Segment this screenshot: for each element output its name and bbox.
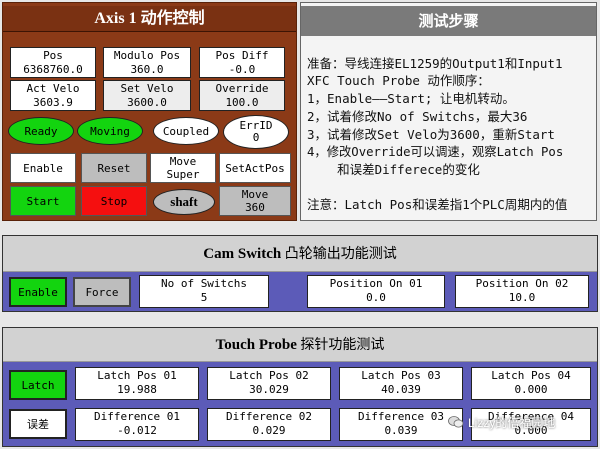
difference-03-field: Difference 03 0.039: [339, 408, 463, 441]
difference-02-label: Difference 02: [225, 410, 313, 423]
touch-probe-bar: Latch 误差 Latch Pos 01 19.988 Latch Pos 0…: [3, 362, 597, 446]
step-line-order: XFC Touch Probe 动作顺序：: [307, 73, 490, 88]
position-on-02-label: Position On 02: [475, 277, 569, 290]
difference-03-label: Difference 03: [357, 410, 445, 423]
pos-diff-value: -0.0: [228, 63, 256, 76]
difference-02-value: 0.029: [252, 424, 286, 437]
ready-indicator: Ready: [8, 117, 74, 145]
start-button[interactable]: Start: [10, 186, 76, 216]
enable-button[interactable]: Enable: [10, 153, 76, 183]
difference-02-field: Difference 02 0.029: [207, 408, 331, 441]
pos-field: Pos 6368760.0: [10, 47, 96, 78]
position-on-02-field[interactable]: Position On 02 10.0: [455, 275, 589, 308]
no-of-switchs-value: 5: [200, 291, 208, 304]
touch-probe-title: Touch Probe 探针功能测试: [3, 328, 597, 362]
move-360-label-1: Move: [241, 188, 269, 201]
latch-pos-03-value: 40.039: [381, 383, 421, 396]
modulo-pos-label: Modulo Pos: [113, 49, 181, 62]
difference-01-label: Difference 01: [93, 410, 181, 423]
position-on-02-value: 10.0: [508, 291, 536, 304]
cam-enable-button[interactable]: Enable: [9, 277, 67, 307]
steps-title: 测试步骤: [301, 6, 596, 36]
position-on-01-value: 0.0: [366, 291, 386, 304]
latch-pos-04-label: Latch Pos 04: [491, 369, 571, 382]
cam-switch-panel: Cam Switch 凸轮输出功能测试 Enable Force No of S…: [2, 235, 598, 312]
cam-bar: Enable Force No of Switchs 5 Position On…: [3, 272, 597, 311]
no-of-switchs-label: No of Switchs: [160, 277, 248, 290]
move-super-button[interactable]: Move Super: [150, 153, 216, 183]
set-velo-label: Set Velo: [120, 82, 174, 95]
step-line-1: 1，Enable——Start; 让电机转动。: [307, 91, 515, 106]
shaft-button[interactable]: shaft: [153, 189, 215, 215]
step-line-2: 2，试着修改No of Switchs，最大36: [307, 109, 528, 124]
pos-diff-label: Pos Diff: [215, 49, 269, 62]
errid-value: 0: [252, 131, 260, 144]
set-act-pos-button[interactable]: SetActPos: [219, 153, 291, 183]
moving-indicator: Moving: [77, 117, 143, 145]
coupled-indicator: Coupled: [153, 117, 219, 145]
cam-title-rest: 凸轮输出功能测试: [281, 247, 397, 262]
step-line-3: 3，试着修改Set Velo为3600，重新Start: [307, 127, 555, 142]
difference-01-field: Difference 01 -0.012: [75, 408, 199, 441]
stop-button[interactable]: Stop: [81, 186, 147, 216]
latch-button[interactable]: Latch: [9, 370, 67, 400]
pos-diff-field: Pos Diff -0.0: [199, 47, 285, 78]
cam-title-bold: Cam Switch: [203, 246, 282, 262]
position-on-01-label: Position On 01: [329, 277, 423, 290]
difference-03-value: 0.039: [384, 424, 418, 437]
latch-pos-01-value: 19.988: [117, 383, 157, 396]
touch-probe-title-bold: Touch Probe: [215, 337, 297, 353]
latch-pos-04-value: 0.000: [514, 383, 548, 396]
wechat-icon: [448, 415, 464, 429]
latch-pos-02-value: 30.029: [249, 383, 289, 396]
axis-panel: Axis 1 动作控制 Pos 6368760.0 Modulo Pos 360…: [2, 2, 297, 221]
modulo-pos-value: 360.0: [130, 63, 164, 76]
latch-pos-03-label: Latch Pos 03: [361, 369, 441, 382]
pos-value: 6368760.0: [23, 63, 83, 76]
difference-01-value: -0.012: [117, 424, 157, 437]
cam-title: Cam Switch 凸轮输出功能测试: [3, 236, 597, 272]
latch-pos-02-field: Latch Pos 02 30.029: [207, 367, 331, 400]
set-velo-value: 3600.0: [127, 96, 167, 109]
override-label: Override: [215, 82, 269, 95]
reset-button[interactable]: Reset: [81, 153, 147, 183]
latch-pos-04-field: Latch Pos 04 0.000: [471, 367, 591, 400]
latch-pos-01-field: Latch Pos 01 19.988: [75, 367, 199, 400]
modulo-pos-field: Modulo Pos 360.0: [103, 47, 191, 78]
errid-indicator: ErrID 0: [223, 115, 289, 149]
move-360-button[interactable]: Move 360: [219, 186, 291, 216]
latch-pos-02-label: Latch Pos 02: [229, 369, 309, 382]
step-line-4: 4，修改Override可以调速，观察Latch Pos: [307, 145, 564, 159]
diff-button[interactable]: 误差: [9, 409, 67, 439]
latch-pos-01-label: Latch Pos 01: [97, 369, 177, 382]
axis-title: Axis 1 动作控制: [3, 6, 296, 32]
move-360-label-2: 360: [245, 201, 265, 214]
watermark-text: Lizzy的倍福园地: [468, 415, 556, 430]
act-velo-field: Act Velo 3603.9: [10, 80, 96, 111]
test-steps-panel: 测试步骤 准备：导线连接EL1259的Output1和Input1 XFC To…: [300, 2, 597, 221]
step-line-note: 注意：Latch Pos和误差指1个PLC周期内的值: [307, 197, 568, 212]
step-line-4b: 和误差Differece的变化: [307, 162, 480, 177]
no-of-switchs-field[interactable]: No of Switchs 5: [139, 275, 269, 308]
latch-pos-03-field: Latch Pos 03 40.039: [339, 367, 463, 400]
pos-label: Pos: [43, 49, 63, 62]
override-value: 100.0: [225, 96, 259, 109]
watermark: Lizzy的倍福园地: [448, 412, 588, 432]
set-velo-field[interactable]: Set Velo 3600.0: [103, 80, 191, 111]
position-on-01-field[interactable]: Position On 01 0.0: [307, 275, 445, 308]
cam-force-button[interactable]: Force: [73, 277, 131, 307]
act-velo-value: 3603.9: [33, 96, 73, 109]
move-super-label-2: Super: [166, 168, 200, 181]
act-velo-label: Act Velo: [26, 82, 80, 95]
touch-probe-title-rest: 探针功能测试: [296, 338, 385, 353]
override-field[interactable]: Override 100.0: [199, 80, 285, 111]
move-super-label-1: Move: [169, 155, 197, 168]
